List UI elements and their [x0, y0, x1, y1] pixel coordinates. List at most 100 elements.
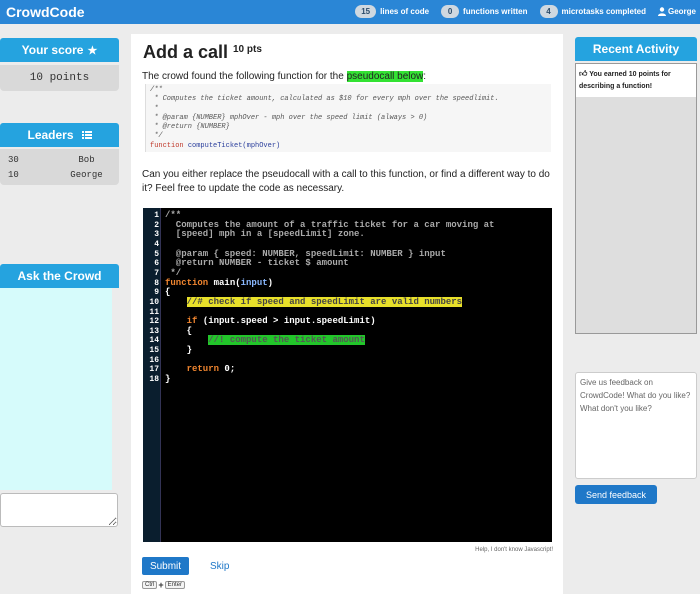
- code-token: 0;: [219, 364, 236, 375]
- code-token: ): [267, 277, 274, 288]
- code-token: input: [240, 277, 268, 288]
- leader-name: George: [70, 169, 103, 180]
- line-number: 16: [149, 355, 159, 365]
- leader-score: 10: [8, 169, 19, 180]
- line-number: 1: [154, 211, 159, 220]
- ask-crowd-messages: [0, 288, 112, 490]
- line-number: 17: [149, 365, 159, 375]
- code-token: @param { speed: NUMBER, speedLimit: NUMB…: [165, 248, 446, 259]
- code-text: @return NUMBER - ticket $ amount: [165, 258, 349, 269]
- snippet-function-name: computeTicket(mphOver): [187, 141, 281, 150]
- leaders-header: Leaders: [0, 123, 119, 147]
- code-token: }: [165, 374, 171, 385]
- task-title: Add a call: [143, 42, 229, 62]
- thumbs-up-icon: 👍︎: [579, 69, 588, 78]
- code-token: (input.speed > input.speedLimit): [197, 316, 376, 327]
- app-logo[interactable]: CrowdCode: [6, 4, 85, 20]
- activity-feed: 👍︎ You earned 10 points for describing a…: [575, 63, 697, 334]
- line-number: 10: [149, 297, 159, 307]
- snippet-comment-line: * Computes the ticket amount, calculated…: [150, 95, 499, 104]
- feedback-textarea[interactable]: Give us feedback on CrowdCode! What do y…: [575, 372, 697, 479]
- score-header: Your score ★: [0, 38, 119, 62]
- task-intro: The crowd found the following function f…: [142, 71, 426, 82]
- snippet-keyword: function: [150, 141, 184, 150]
- line-number: 5: [154, 249, 159, 259]
- submit-shortcut-hint: Ctrl + Enter: [142, 580, 185, 590]
- snippet-comment-line: */: [150, 132, 163, 141]
- code-text: }: [165, 374, 171, 385]
- star-icon: ★: [87, 44, 98, 57]
- ask-crowd-header: Ask the Crowd: [0, 264, 119, 288]
- code-text: //! compute the ticket amount: [165, 335, 365, 346]
- activity-title: Recent Activity: [592, 42, 680, 56]
- snippet-comment-line: * @param {NUMBER} mphOver - mph over the…: [150, 113, 428, 122]
- functions-written-count: 0: [441, 5, 460, 18]
- line-number: 4: [154, 239, 159, 249]
- code-token: }: [165, 345, 193, 356]
- functions-written-label: functions written: [463, 7, 528, 16]
- microtasks-completed-label: microtasks completed: [561, 7, 646, 16]
- help-link[interactable]: Help, I don't know Javascript!: [475, 547, 553, 553]
- line-number: 18: [149, 375, 159, 385]
- submit-button[interactable]: Submit: [142, 557, 189, 575]
- leader-row: 10 George: [0, 167, 119, 182]
- pseudocall-highlight: pseudocall below: [346, 71, 424, 82]
- score-value: 10 points: [0, 65, 119, 91]
- right-sidebar: Recent Activity 👍︎ You earned 10 points …: [575, 37, 697, 334]
- code-token: //! compute the ticket amount: [208, 335, 365, 346]
- list-icon: [81, 131, 92, 139]
- code-text: //# check if speed and speedLimit are va…: [165, 296, 463, 308]
- leader-row: 30 Bob: [0, 152, 119, 167]
- line-number: 6: [154, 259, 159, 269]
- snippet-comment-line: *: [150, 104, 159, 113]
- ctrl-key: Ctrl: [142, 581, 158, 589]
- stats-bar: 15 lines of code 0 functions written 4 m…: [355, 5, 696, 18]
- code-token: if: [186, 316, 198, 327]
- code-token: {: [165, 325, 193, 336]
- function-signature-snippet: /** * Computes the ticket amount, calcul…: [145, 84, 551, 152]
- code-token: return: [186, 364, 220, 375]
- line-number: 14: [149, 336, 159, 346]
- skip-link[interactable]: Skip: [210, 561, 229, 572]
- plus-sign: +: [158, 580, 164, 590]
- task-panel: Add a call 10 pts The crowd found the fo…: [131, 34, 563, 594]
- line-number: 15: [149, 346, 159, 356]
- code-token: //# check if speed and speedLimit are va…: [186, 296, 463, 307]
- ask-crowd-input[interactable]: [0, 493, 118, 527]
- user-menu[interactable]: George: [657, 7, 696, 16]
- microtasks-completed-count: 4: [539, 5, 558, 18]
- send-feedback-button[interactable]: Send feedback: [575, 485, 657, 504]
- task-question: Can you either replace the pseudocall wi…: [142, 169, 550, 194]
- feedback-placeholder: Give us feedback on CrowdCode! What do y…: [580, 378, 691, 413]
- snippet-comment-line: * @return {NUMBER}: [150, 123, 230, 132]
- code-text: if (input.speed > input.speedLimit): [165, 316, 376, 327]
- snippet-comment-line: /**: [150, 86, 163, 94]
- task-points: 10 pts: [233, 44, 262, 55]
- activity-header: Recent Activity: [575, 37, 697, 61]
- code-token: main(: [208, 277, 241, 288]
- code-token: @return NUMBER - ticket $ amount: [165, 258, 349, 269]
- code-editor[interactable]: 1 /** 2 Computes the amount of a traffic t…: [143, 208, 552, 542]
- line-number: 12: [149, 317, 159, 327]
- code-token: Computes the amount of a traffic ticket …: [165, 219, 495, 230]
- code-token: */: [165, 267, 182, 278]
- activity-item: 👍︎ You earned 10 points for describing a…: [576, 64, 696, 97]
- code-token: /**: [165, 210, 182, 220]
- line-number: 3: [154, 230, 159, 240]
- top-bar: CrowdCode 15 lines of code 0 functions w…: [0, 0, 700, 24]
- enter-key: Enter: [164, 581, 185, 589]
- activity-text: You earned 10 points for describing a fu…: [579, 71, 671, 90]
- code-text: [speed] mph in a [speedLimit] zone.: [165, 229, 365, 240]
- code-token: {: [165, 287, 171, 298]
- leader-name: Bob: [78, 154, 95, 165]
- line-number: 13: [149, 326, 159, 336]
- line-number: 2: [154, 220, 159, 230]
- leaders-title: Leaders: [27, 128, 74, 142]
- lines-of-code-count: 15: [355, 5, 377, 18]
- leaders-list: 30 Bob 10 George: [0, 149, 119, 185]
- line-number: 9: [154, 288, 159, 298]
- user-name: George: [667, 7, 696, 16]
